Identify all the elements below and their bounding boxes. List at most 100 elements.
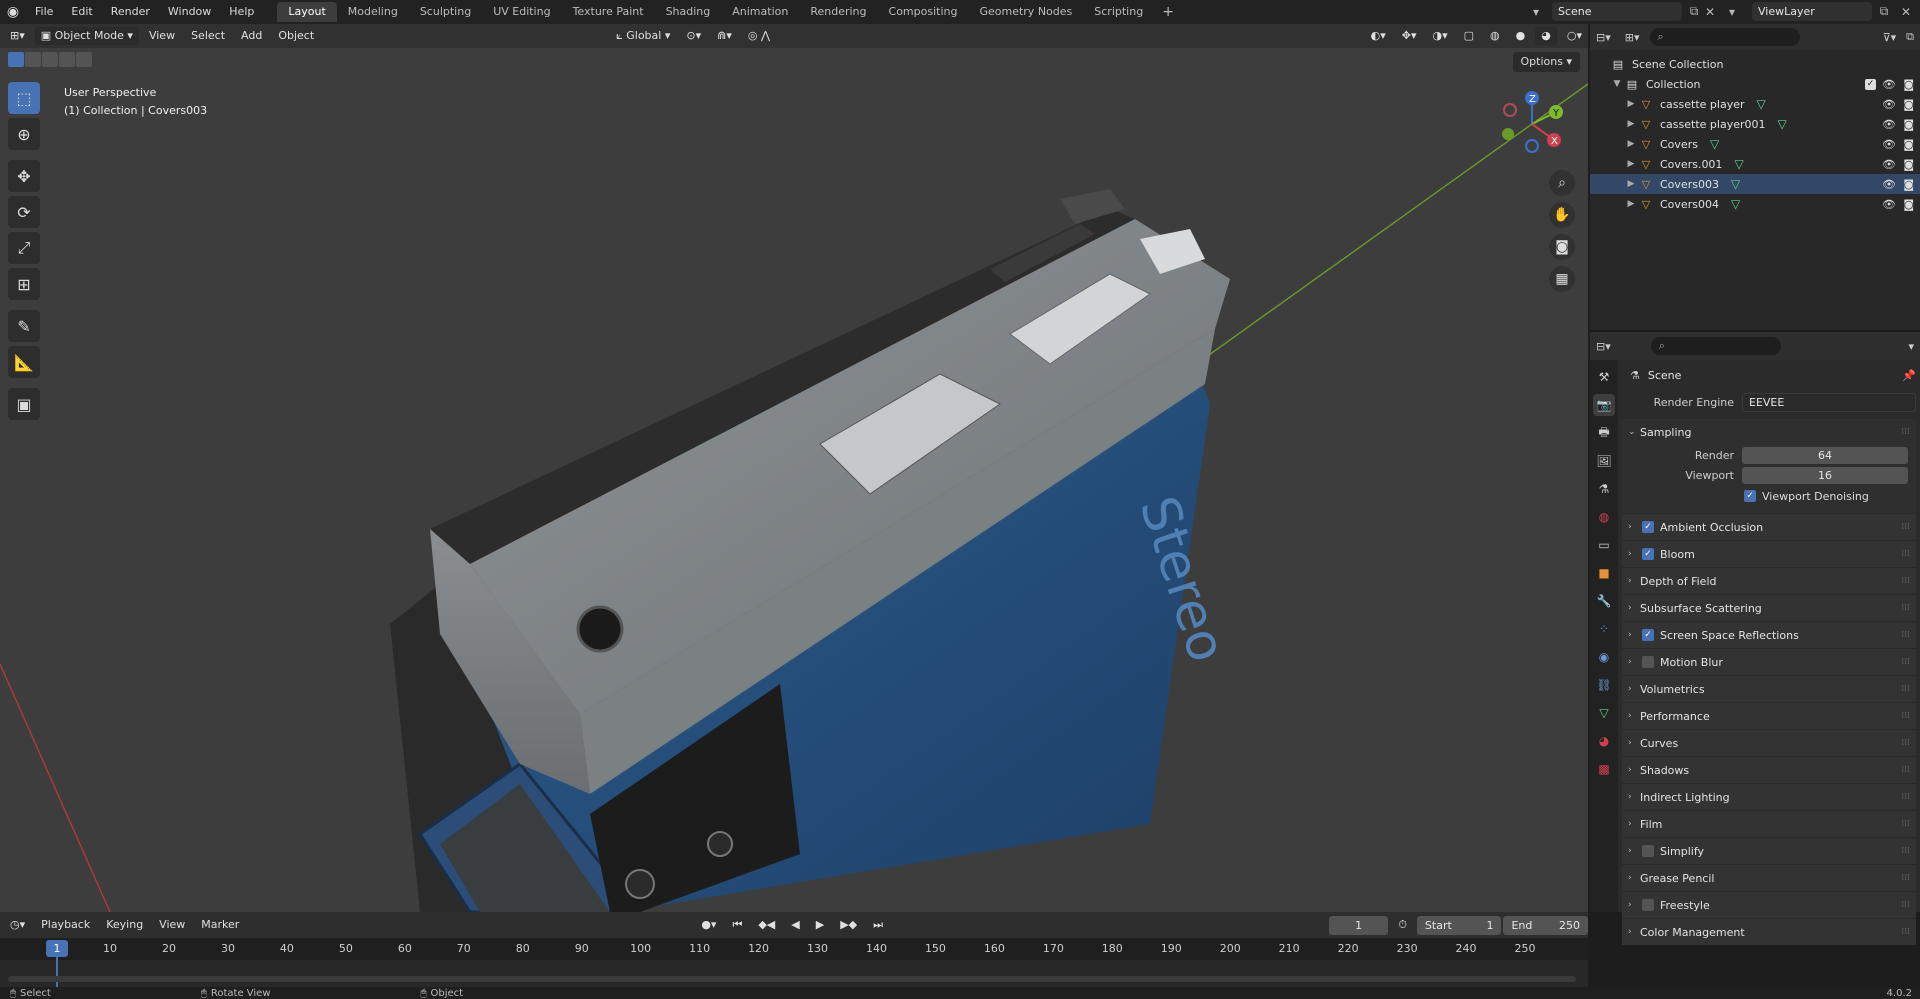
texture-tab-icon[interactable]: ▩ [1593, 758, 1615, 780]
drag-handle-icon[interactable]: ⁞⁞⁞ [1901, 846, 1910, 856]
outliner-editor-icon[interactable]: ⊟▾ [1596, 31, 1611, 44]
blender-logo-icon[interactable]: ◉ [0, 0, 26, 24]
collection-checkbox[interactable]: ✓ [1865, 78, 1876, 90]
panel-checkbox[interactable] [1642, 656, 1654, 668]
menu-help[interactable]: Help [220, 0, 263, 24]
scene-selector[interactable]: Scene [1552, 2, 1682, 21]
jump-key-back-icon[interactable]: ◆◀ [752, 916, 781, 934]
gizmo-toggle-icon[interactable]: ✥▾ [1396, 27, 1423, 45]
editor-type-button[interactable]: ⊞▾ [4, 27, 31, 45]
drag-handle-icon[interactable]: ⁞⁞⁞ [1901, 792, 1910, 802]
drag-handle-icon[interactable]: ⁞⁞⁞ [1901, 522, 1910, 532]
select-invert-icon[interactable] [59, 52, 75, 67]
pivot-icon[interactable]: ⊙▾ [680, 27, 707, 45]
tab-texture-paint[interactable]: Texture Paint [562, 2, 655, 22]
outliner-object-row[interactable]: ▶ ▽ cassette player ▽ 👁 ◙ [1590, 94, 1920, 114]
object-mode-dropdown[interactable]: ▣ Object Mode ▾ [34, 27, 139, 45]
new-collection-icon[interactable]: ⧉ [1906, 30, 1914, 44]
drag-handle-icon[interactable]: ⁞⁞⁞ [1901, 738, 1910, 748]
expand-chevron-icon[interactable]: ▶ [1624, 159, 1638, 169]
viewport-menu-select[interactable]: Select [185, 27, 231, 45]
tab-rendering[interactable]: Rendering [799, 2, 877, 22]
properties-options-icon[interactable]: ▾ [1908, 340, 1914, 353]
collapse-chevron-icon[interactable]: ▼ [1610, 79, 1624, 89]
tab-animation[interactable]: Animation [721, 2, 799, 22]
mesh-data-icon[interactable]: ▽ [1757, 97, 1766, 111]
panel-film[interactable]: › Film ⁞⁞⁞ [1622, 810, 1916, 837]
drag-handle-icon[interactable]: ⁞⁞⁞ [1901, 603, 1910, 613]
transform-tool-icon[interactable]: ⊞ [8, 268, 40, 300]
xray-icon[interactable]: ▢ [1458, 27, 1480, 45]
outliner-search-input[interactable]: ⌕ [1649, 28, 1800, 46]
camera-view-icon[interactable]: ◙ [1549, 234, 1575, 260]
render-samples-field[interactable]: 64 [1742, 446, 1908, 464]
drag-handle-icon[interactable]: ⁞⁞⁞ [1901, 711, 1910, 721]
eye-icon[interactable]: 👁 [1882, 78, 1896, 91]
panel-freestyle[interactable]: › Freestyle ⁞⁞⁞ [1622, 891, 1916, 918]
physics-tab-icon[interactable]: ◉ [1593, 646, 1615, 668]
tab-layout[interactable]: Layout [277, 2, 337, 22]
tab-scripting[interactable]: Scripting [1083, 2, 1154, 22]
panel-simplify[interactable]: › Simplify ⁞⁞⁞ [1622, 837, 1916, 864]
tab-modeling[interactable]: Modeling [337, 2, 409, 22]
eye-icon[interactable]: 👁 [1882, 118, 1896, 131]
drag-handle-icon[interactable]: ⁞⁞⁞ [1901, 819, 1910, 829]
panel-subsurface-scattering[interactable]: › Subsurface Scattering ⁞⁞⁞ [1622, 594, 1916, 621]
scene-icon[interactable]: ▾ [1526, 2, 1546, 21]
pan-hand-icon[interactable]: ✋ [1549, 202, 1575, 228]
panel-checkbox[interactable] [1642, 899, 1654, 911]
end-frame-field[interactable]: End 250 [1503, 915, 1588, 935]
timeline-menu-keying[interactable]: Keying [100, 916, 149, 934]
timeline-ruler[interactable]: 1 10 20 30 40 50 60 70 80 90 100 110 120 130 140 150 16… [0, 938, 1588, 987]
drag-handle-icon[interactable]: ⁞⁞⁞ [1901, 900, 1910, 910]
select-new-icon[interactable] [8, 52, 24, 67]
jump-key-forward-icon[interactable]: ▶◆ [834, 916, 863, 934]
play-icon[interactable]: ▶ [810, 916, 830, 934]
view-layer-selector[interactable]: ViewLayer [1752, 2, 1872, 21]
camera-icon[interactable]: ◙ [1903, 118, 1914, 131]
annotate-tool-icon[interactable]: ✎ [8, 310, 40, 342]
viewport-menu-object[interactable]: Object [272, 27, 320, 45]
select-box-tool-icon[interactable]: ⬚ [8, 82, 40, 114]
tab-geometry-nodes[interactable]: Geometry Nodes [968, 2, 1083, 22]
shading-material-icon[interactable]: ◕ [1535, 27, 1557, 45]
view-layer-tab-icon[interactable]: 🖼 [1593, 450, 1615, 472]
record-icon[interactable]: ●▾ [695, 916, 722, 934]
playhead[interactable]: 1 [46, 940, 68, 957]
timeline-menu-playback[interactable]: Playback [35, 916, 96, 934]
collection-tab-icon[interactable]: ▭ [1593, 534, 1615, 556]
render-tab-icon[interactable]: 📷 [1593, 394, 1615, 416]
drag-handle-icon[interactable]: ⁞⁞⁞ [1901, 873, 1910, 883]
drag-handle-icon[interactable]: ⁞⁞⁞ [1901, 549, 1910, 559]
menu-file[interactable]: File [26, 0, 62, 24]
render-engine-dropdown[interactable]: EEVEE [1742, 392, 1916, 412]
tab-compositing[interactable]: Compositing [878, 2, 969, 22]
outliner-object-row[interactable]: ▶ ▽ cassette player001 ▽ 👁 ◙ [1590, 114, 1920, 134]
drag-handle-icon[interactable]: ⁞⁞⁞ [1901, 576, 1910, 586]
outliner-display-icon[interactable]: ⊞▾ [1625, 31, 1640, 44]
shading-rendered-icon[interactable]: ○▾ [1561, 27, 1588, 45]
outliner-object-row[interactable]: ▶ ▽ Covers.001 ▽ 👁 ◙ [1590, 154, 1920, 174]
outliner-object-row[interactable]: ▶ ▽ Covers ▽ 👁 ◙ [1590, 134, 1920, 154]
panel-volumetrics[interactable]: › Volumetrics ⁞⁞⁞ [1622, 675, 1916, 702]
panel-grease-pencil[interactable]: › Grease Pencil ⁞⁞⁞ [1622, 864, 1916, 891]
add-cube-tool-icon[interactable]: ▣ [8, 388, 40, 420]
world-tab-icon[interactable]: ◍ [1593, 506, 1615, 528]
panel-checkbox[interactable]: ✓ [1642, 521, 1654, 533]
eye-icon[interactable]: 👁 [1882, 138, 1896, 151]
cursor-tool-icon[interactable]: ⊕ [8, 118, 40, 150]
panel-shadows[interactable]: › Shadows ⁞⁞⁞ [1622, 756, 1916, 783]
panel-performance[interactable]: › Performance ⁞⁞⁞ [1622, 702, 1916, 729]
sampling-panel[interactable]: ⌄ Sampling ⁞⁞⁞ [1622, 418, 1916, 445]
properties-search-input[interactable]: ⌕ [1650, 337, 1781, 355]
rotate-tool-icon[interactable]: ⟳ [8, 196, 40, 228]
modifier-tab-icon[interactable]: 🔧 [1593, 590, 1615, 612]
outliner-collection[interactable]: ▼ ▤ Collection ✓ 👁 ◙ [1590, 74, 1920, 94]
select-subtract-icon[interactable] [42, 52, 58, 67]
mesh-data-icon[interactable]: ▽ [1731, 197, 1740, 211]
mesh-data-icon[interactable]: ▽ [1710, 137, 1719, 151]
mesh-data-icon[interactable]: ▽ [1777, 117, 1786, 131]
panel-checkbox[interactable]: ✓ [1642, 548, 1654, 560]
measure-tool-icon[interactable]: 📐 [8, 346, 40, 378]
scene-tab-icon[interactable]: ⚗ [1593, 478, 1615, 500]
